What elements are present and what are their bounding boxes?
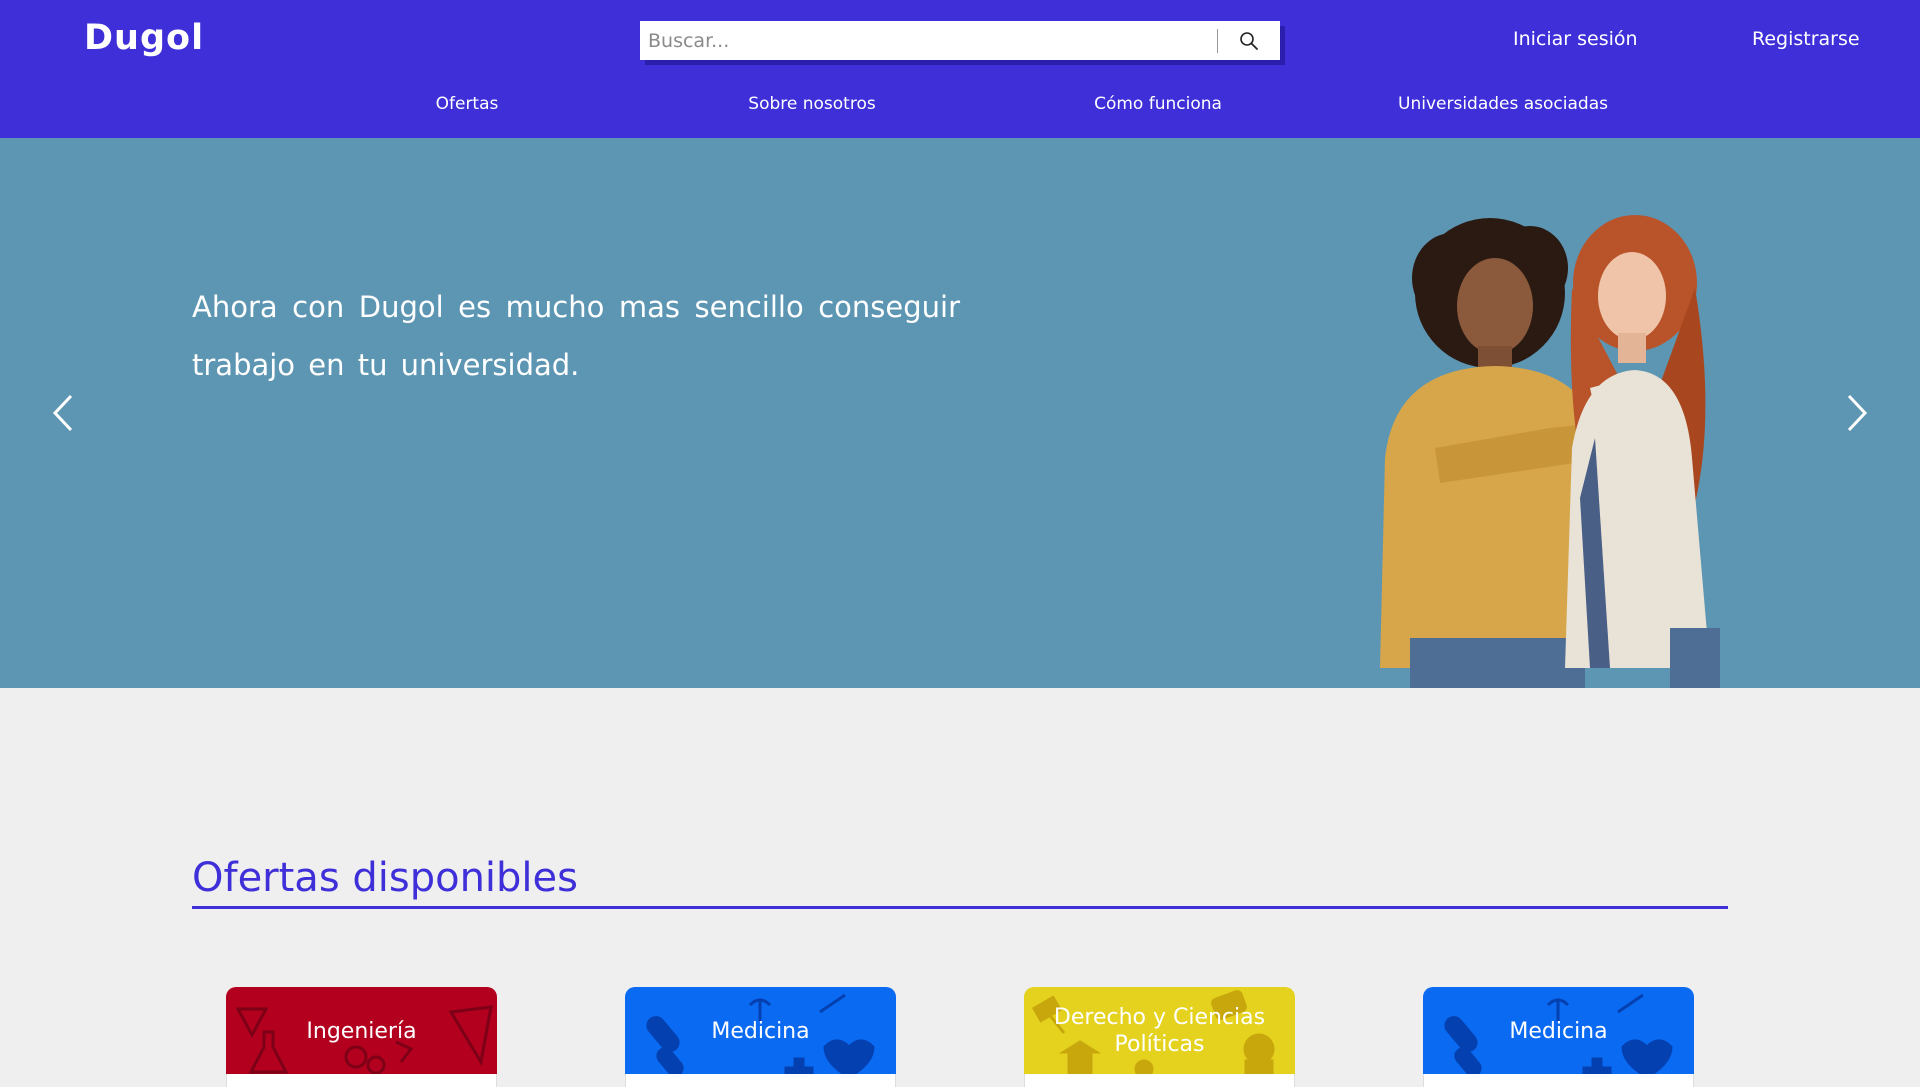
card-label: Ingeniería (306, 1018, 417, 1044)
nav-item-sobre-nosotros[interactable]: Sobre nosotros (748, 94, 875, 114)
card-body (1024, 1074, 1295, 1087)
offer-card-medicina-2[interactable]: Medicina (1423, 987, 1694, 1087)
nav-item-universidades[interactable]: Universidades asociadas (1398, 94, 1608, 114)
card-label: Derecho y Ciencias Políticas (1053, 1005, 1266, 1057)
offer-card-medicina[interactable]: Medicina (625, 987, 896, 1087)
search-input[interactable] (640, 23, 1217, 58)
title-underline (192, 906, 1728, 909)
card-label: Medicina (711, 1018, 810, 1044)
search-bar (640, 21, 1280, 60)
card-body (625, 1074, 896, 1087)
hero-text: Ahora con Dugol es mucho mas sencillo co… (192, 290, 960, 382)
card-body (1423, 1074, 1694, 1087)
offers-title: Ofertas disponibles (192, 855, 578, 901)
login-link[interactable]: Iniciar sesión (1513, 28, 1638, 50)
offer-card-ingenieria[interactable]: Ingeniería (226, 987, 497, 1087)
card-label: Medicina (1509, 1018, 1608, 1044)
search-icon (1240, 31, 1258, 50)
hero-carousel: Ahora con Dugol es mucho mas sencillo co… (0, 138, 1920, 688)
top-bar: Dugol Iniciar sesión Registrarse Ofertas… (0, 0, 1920, 138)
chevron-left-icon[interactable] (43, 388, 83, 438)
register-link[interactable]: Registrarse (1752, 28, 1860, 50)
chevron-right-icon[interactable] (1837, 388, 1877, 438)
offer-card-derecho[interactable]: Derecho y Ciencias Políticas (1024, 987, 1295, 1087)
hero-photo (1380, 215, 1720, 688)
search-button[interactable] (1218, 21, 1280, 60)
nav-item-ofertas[interactable]: Ofertas (436, 94, 499, 114)
card-body (226, 1074, 497, 1087)
logo[interactable]: Dugol (84, 18, 204, 58)
nav-item-como-funciona[interactable]: Cómo funciona (1094, 94, 1222, 114)
